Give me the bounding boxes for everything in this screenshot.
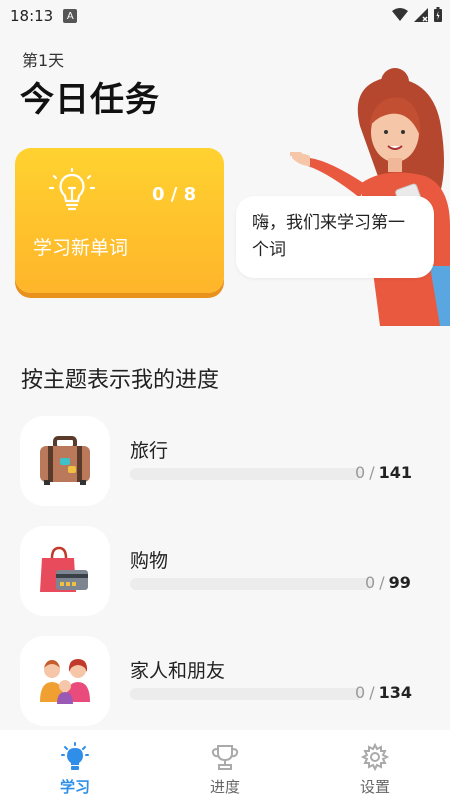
- status-icons: [392, 7, 442, 22]
- topic-progress-bar: [130, 468, 363, 480]
- day-label: 第1天: [22, 51, 65, 70]
- topic-done: 0: [355, 463, 366, 482]
- speech-bubble: 嗨，我们来学习第一个词: [236, 196, 434, 278]
- tab-label: 设置: [359, 778, 390, 796]
- topic-travel[interactable]: 旅行 0/141: [20, 416, 440, 506]
- new-words-card[interactable]: [15, 148, 224, 293]
- topic-icon-box: [20, 416, 110, 506]
- topic-done: 0: [355, 683, 366, 702]
- topic-family[interactable]: 家人和朋友 0/134: [20, 636, 440, 726]
- signal-icon: [414, 7, 428, 22]
- trophy-icon: [211, 745, 239, 770]
- tab-label: 学习: [59, 778, 90, 796]
- topic-name: 旅行: [130, 440, 169, 462]
- topic-progress-bar: [130, 688, 363, 700]
- new-words-count: 0 / 8: [152, 184, 197, 205]
- topic-icon-box: [20, 526, 110, 616]
- topic-shopping[interactable]: 购物 0/99: [20, 526, 440, 616]
- topic-done: 0: [365, 573, 376, 592]
- section-title: 按主题表示我的进度: [21, 368, 220, 393]
- topic-name: 家人和朋友: [130, 660, 226, 682]
- shopping-bag-icon: [40, 546, 88, 592]
- topic-progress-bar: [130, 578, 373, 590]
- new-words-label: 学习新单词: [33, 237, 129, 259]
- status-bar: 18:13 A: [0, 0, 450, 32]
- family-icon: [40, 659, 90, 704]
- tab-label: 进度: [209, 778, 240, 796]
- topic-total: 141: [378, 463, 412, 482]
- tab-progress[interactable]: 进度: [150, 730, 300, 800]
- battery-icon: [434, 7, 442, 22]
- wifi-icon: [392, 7, 408, 21]
- topic-sep: /: [369, 683, 375, 702]
- suitcase-icon: [40, 436, 90, 485]
- topic-icon-box: [20, 636, 110, 726]
- topic-total: 134: [378, 683, 412, 702]
- page-title: 今日任务: [20, 80, 160, 120]
- accessibility-icon: A: [63, 9, 78, 23]
- bulb-icon: [61, 742, 89, 770]
- bottom-tab-bar: 学习 进度 设置: [0, 730, 450, 800]
- lightbulb-icon: [49, 168, 95, 211]
- topic-sep: /: [379, 573, 385, 592]
- topic-total: 99: [388, 573, 411, 592]
- tab-learn[interactable]: 学习: [0, 730, 150, 800]
- tab-settings[interactable]: 设置: [300, 730, 450, 800]
- gear-icon: [360, 742, 390, 772]
- topic-progress-text: 0/134: [355, 683, 412, 702]
- topic-name: 购物: [130, 550, 169, 572]
- topic-sep: /: [369, 463, 375, 482]
- topic-progress-text: 0/99: [365, 573, 411, 592]
- status-time: 18:13: [10, 7, 54, 25]
- topic-progress-text: 0/141: [355, 463, 412, 482]
